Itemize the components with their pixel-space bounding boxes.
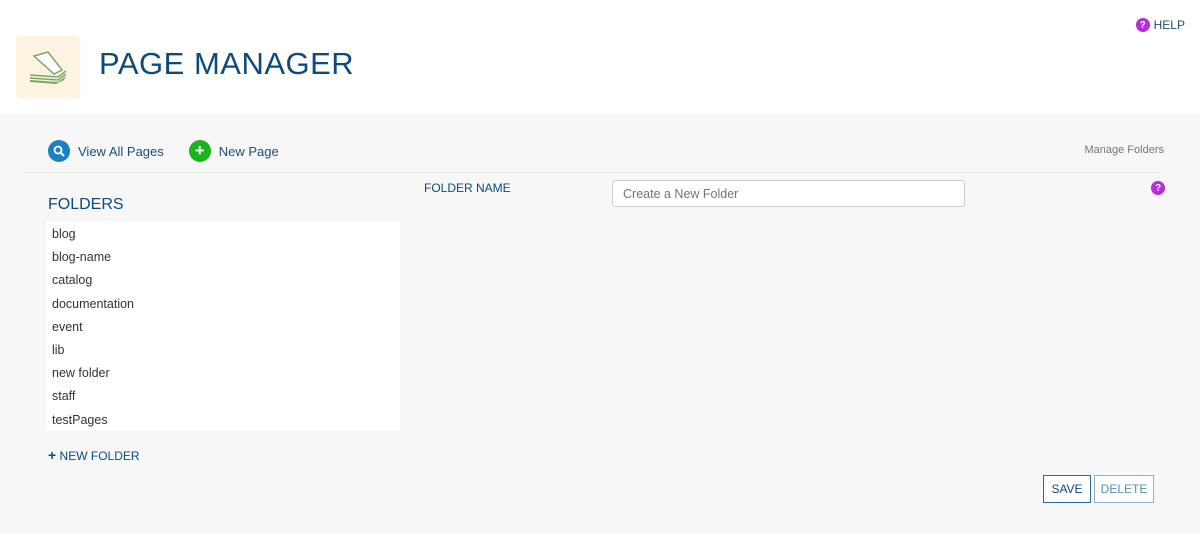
pages-stack-icon (29, 51, 67, 84)
folder-name-input[interactable] (612, 180, 965, 207)
view-all-pages-label: View All Pages (78, 143, 164, 159)
page-title: PAGE MANAGER (99, 46, 355, 81)
question-icon[interactable]: ? (1151, 181, 1165, 195)
new-folder-button[interactable]: + NEW FOLDER (48, 447, 140, 463)
folder-item[interactable]: new folder (46, 362, 400, 385)
folder-name-label: FOLDER NAME (424, 181, 511, 195)
new-folder-label: NEW FOLDER (59, 449, 140, 463)
folder-item[interactable]: blog-name (46, 246, 400, 269)
page-manager-logo (16, 36, 79, 97)
folder-item[interactable]: catalog (46, 269, 400, 292)
new-page-label: New Page (218, 143, 279, 159)
main-panel: View All Pages + New Page Manage Folders … (0, 114, 1200, 533)
folder-item[interactable]: lib (46, 339, 400, 362)
new-page-link[interactable]: + New Page (188, 140, 279, 162)
question-icon: ? (1135, 18, 1150, 32)
folder-list: blog blog-name catalog documentation eve… (46, 221, 400, 431)
manage-folders-link[interactable]: Manage Folders (1085, 144, 1165, 156)
folder-item[interactable]: documentation (46, 293, 400, 316)
view-all-pages-link[interactable]: View All Pages (48, 140, 164, 162)
plus-icon: + (48, 447, 57, 463)
search-icon (48, 140, 70, 162)
help-link[interactable]: ? HELP (1135, 18, 1185, 32)
folder-item[interactable]: staff (46, 385, 400, 408)
save-button[interactable]: SAVE (1043, 475, 1091, 503)
plus-icon: + (188, 140, 211, 162)
divider (23, 172, 1164, 173)
folders-heading: FOLDERS (48, 196, 124, 213)
folder-item[interactable]: blog (46, 223, 400, 246)
folder-item[interactable]: testPages (46, 409, 400, 432)
delete-button[interactable]: DELETE (1094, 475, 1154, 503)
folder-item[interactable]: event (46, 316, 400, 339)
help-label: HELP (1153, 18, 1185, 32)
